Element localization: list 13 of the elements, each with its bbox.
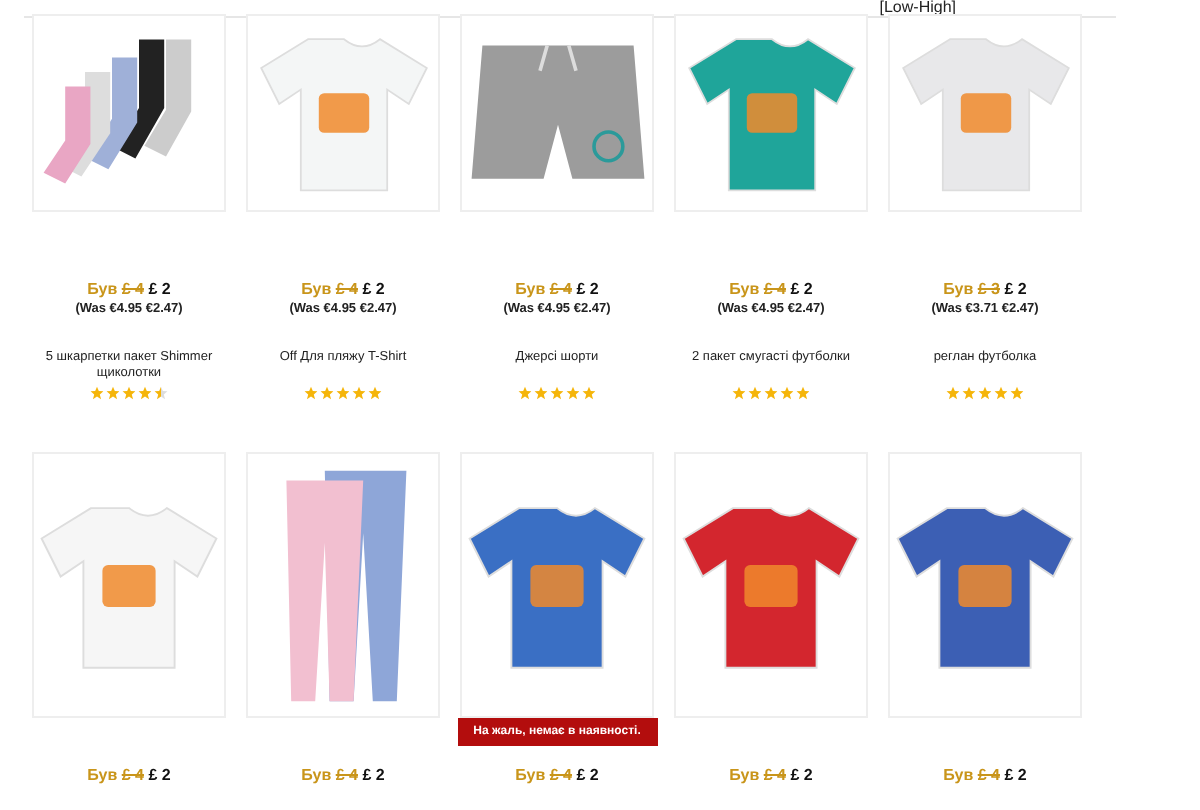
price: Був £ 4 £ 2 [729,280,813,300]
price: Був £ 3 £ 2 [943,280,1027,300]
price: Був £ 4 £ 2 [943,766,1027,786]
product-image[interactable] [32,14,226,212]
price: Був £ 4 £ 2 [301,280,385,300]
sort-order-label[interactable]: [Low-High] [879,0,956,16]
price: Був £ 4 £ 2 [515,766,599,786]
price: Був £ 4 £ 2 [729,766,813,786]
price: Був £ 4 £ 2 [515,280,599,300]
price: Був £ 4 £ 2 [87,280,171,300]
price: Був £ 4 £ 2 [87,766,171,786]
price: Був £ 4 £ 2 [301,766,385,786]
product-image[interactable] [888,452,1082,718]
